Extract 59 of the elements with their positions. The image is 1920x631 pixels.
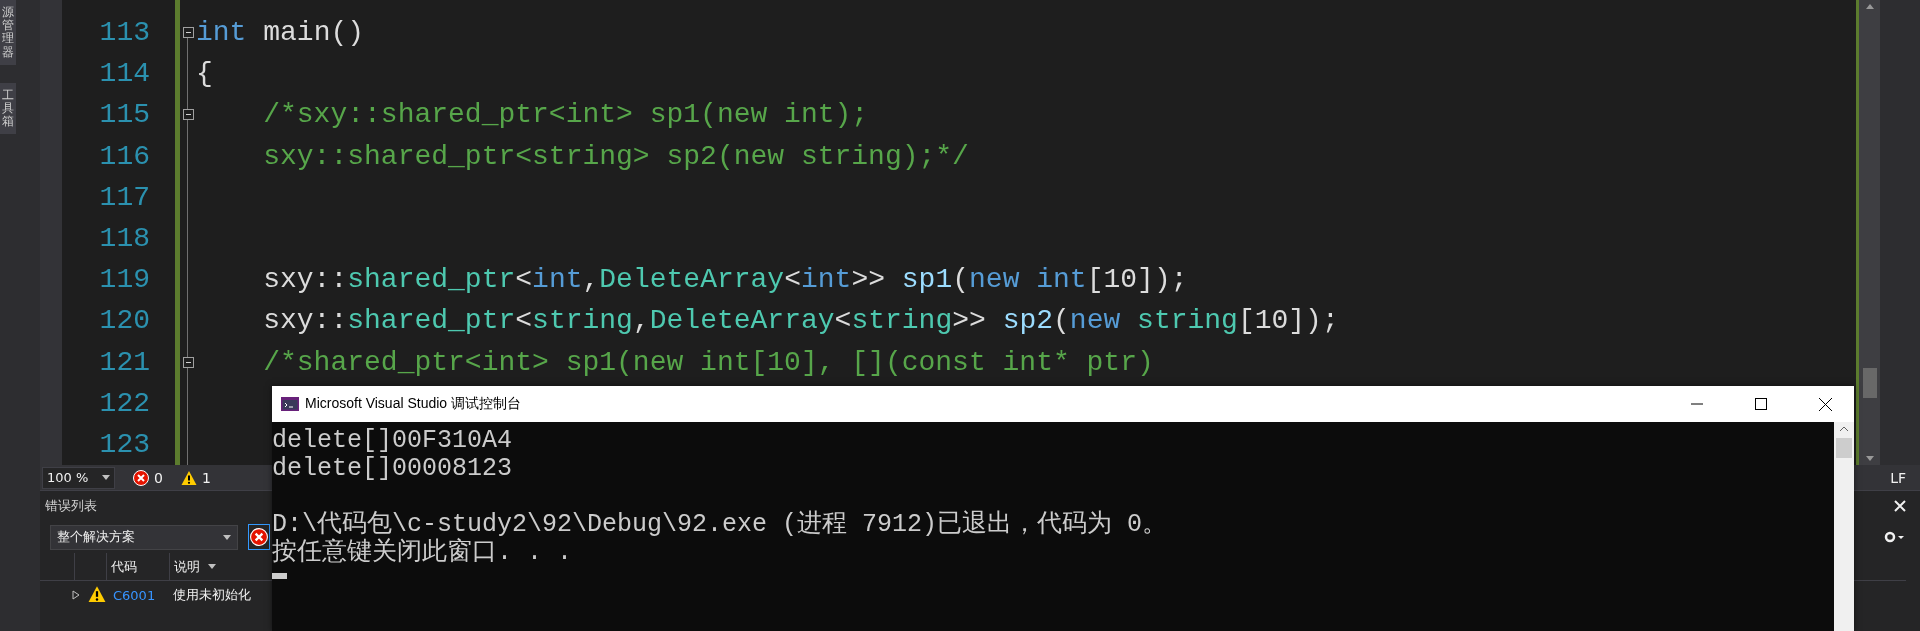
circle-icon[interactable]: [1884, 531, 1906, 543]
line-number: 121: [98, 345, 150, 380]
line-number: 122: [98, 386, 150, 421]
line-number: 123: [98, 427, 150, 462]
console-line: D:\代码包\c-study2\92\Debug\92.exe (进程 7912)已退出，代码为 0。: [272, 511, 1169, 539]
window-title: Microsoft Visual Studio 调试控制台: [305, 395, 522, 413]
line-number: 120: [98, 304, 150, 339]
line-number: 115: [98, 98, 150, 133]
line-ending[interactable]: LF: [1890, 469, 1906, 486]
line-number: 117: [98, 180, 150, 215]
error-description: 使用未初始化: [173, 586, 251, 604]
line-number: 114: [98, 57, 150, 92]
console-line: delete[]00F310A4: [272, 427, 514, 455]
text-cursor: [272, 573, 287, 579]
collapse-icon[interactable]: [182, 109, 194, 121]
warning-icon: [88, 584, 106, 603]
code-line: /*sxy::shared_ptr<int> sp1(new int);: [262, 98, 870, 133]
code-line: /*shared_ptr<int> sp1(new int[10], [](const int* ptr): [262, 345, 1155, 380]
scope-dropdown[interactable]: 整个解决方案: [50, 524, 238, 550]
minimize-icon: [1691, 403, 1703, 405]
scrollbar[interactable]: [1834, 422, 1854, 631]
scroll-up-icon[interactable]: [1839, 426, 1849, 432]
panel-title: 错误列表: [45, 497, 97, 515]
error-count: 0: [154, 469, 163, 486]
side-tab[interactable]: 源管理器: [0, 0, 16, 65]
collapse-icon[interactable]: [182, 27, 194, 39]
code-line: int main(): [196, 16, 366, 50]
side-tab[interactable]: 工具箱: [0, 82, 16, 135]
code-line: sxy::shared_ptr<string,DeleteArray<string>> sp2(new string[10]);: [262, 304, 1340, 339]
caret-icon: [223, 534, 231, 540]
column-header[interactable]: 代码: [107, 553, 170, 580]
code-line: sxy::shared_ptr<int,DeleteArray<int>> sp1(new int[10]);: [262, 263, 1189, 298]
warning-count: 1: [201, 469, 211, 486]
line-number: 113: [98, 16, 150, 50]
console-icon: [281, 397, 299, 411]
scroll-up-icon[interactable]: [1865, 4, 1874, 9]
line-number: 119: [98, 263, 150, 298]
line-number: 116: [98, 139, 150, 174]
close-icon[interactable]: [1894, 500, 1906, 512]
code-line: sxy::shared_ptr<string> sp2(new string);*/: [262, 139, 970, 174]
error-code-link[interactable]: C6001: [113, 587, 173, 603]
maximize-icon: [1755, 398, 1767, 410]
scroll-down-icon[interactable]: [1865, 456, 1874, 461]
scrollbar[interactable]: [1856, 0, 1880, 465]
error-icon: [250, 528, 268, 546]
caret-icon: [102, 475, 110, 480]
collapse-icon[interactable]: [182, 356, 194, 368]
warning-icon: [180, 469, 197, 486]
error-icon: [133, 469, 149, 486]
expand-icon[interactable]: [72, 590, 80, 600]
scroll-thumb[interactable]: [1862, 367, 1877, 398]
line-number: 118: [98, 221, 150, 256]
scroll-thumb[interactable]: [1836, 438, 1852, 458]
sort-icon: [208, 564, 216, 569]
error-filter-button[interactable]: [248, 524, 270, 550]
zoom-dropdown[interactable]: 100 %: [42, 466, 115, 489]
console-line: delete[]00008123: [272, 455, 514, 483]
code-line: {: [196, 57, 214, 92]
close-icon: [1818, 397, 1832, 411]
